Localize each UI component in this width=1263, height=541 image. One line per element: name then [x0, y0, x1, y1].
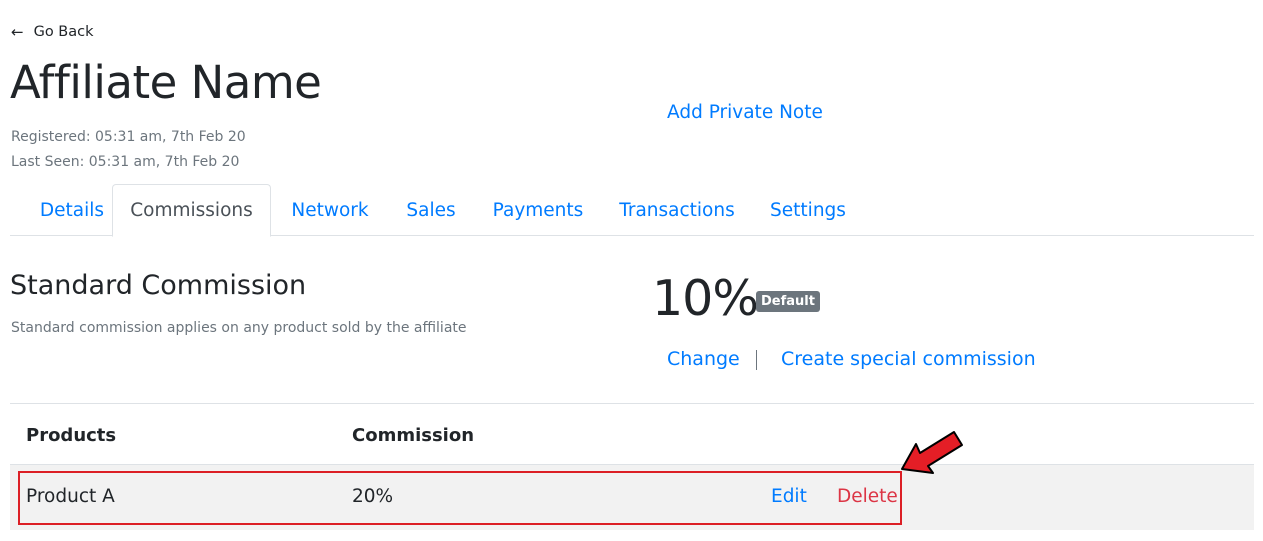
column-header-commission: Commission — [352, 425, 475, 446]
tab-commissions[interactable]: Commissions — [112, 184, 271, 237]
arrow-left-icon: ← — [11, 22, 24, 41]
tab-transactions[interactable]: Transactions — [608, 184, 746, 236]
standard-commission-description: Standard commission applies on any produ… — [11, 320, 467, 336]
tab-sales[interactable]: Sales — [395, 184, 467, 236]
page-title: Affiliate Name — [10, 56, 322, 109]
default-badge: Default — [756, 291, 820, 312]
standard-commission-title: Standard Commission — [10, 270, 307, 301]
go-back-link[interactable]: ← Go Back — [11, 22, 94, 42]
link-separator — [756, 350, 757, 370]
registered-date: Registered: 05:31 am, 7th Feb 20 — [11, 129, 246, 145]
tab-network[interactable]: Network — [279, 184, 381, 236]
add-private-note-link[interactable]: Add Private Note — [667, 102, 823, 123]
row-highlight-box — [18, 471, 902, 525]
table-top-border — [10, 403, 1254, 404]
standard-commission-rate: 10% — [652, 270, 759, 327]
tab-bar: Details Commissions Network Sales Paymen… — [10, 184, 1254, 237]
create-special-commission-link[interactable]: Create special commission — [781, 348, 1036, 370]
tab-settings[interactable]: Settings — [761, 184, 855, 236]
column-header-products: Products — [26, 425, 117, 446]
tab-details[interactable]: Details — [20, 184, 124, 236]
pointer-arrow-icon — [901, 431, 963, 474]
change-commission-link[interactable]: Change — [667, 348, 740, 370]
last-seen-date: Last Seen: 05:31 am, 7th Feb 20 — [11, 154, 240, 170]
tab-payments[interactable]: Payments — [483, 184, 593, 236]
affiliate-commissions-page: ← Go Back Affiliate Name Registered: 05:… — [0, 0, 1263, 541]
go-back-label: Go Back — [33, 24, 94, 40]
